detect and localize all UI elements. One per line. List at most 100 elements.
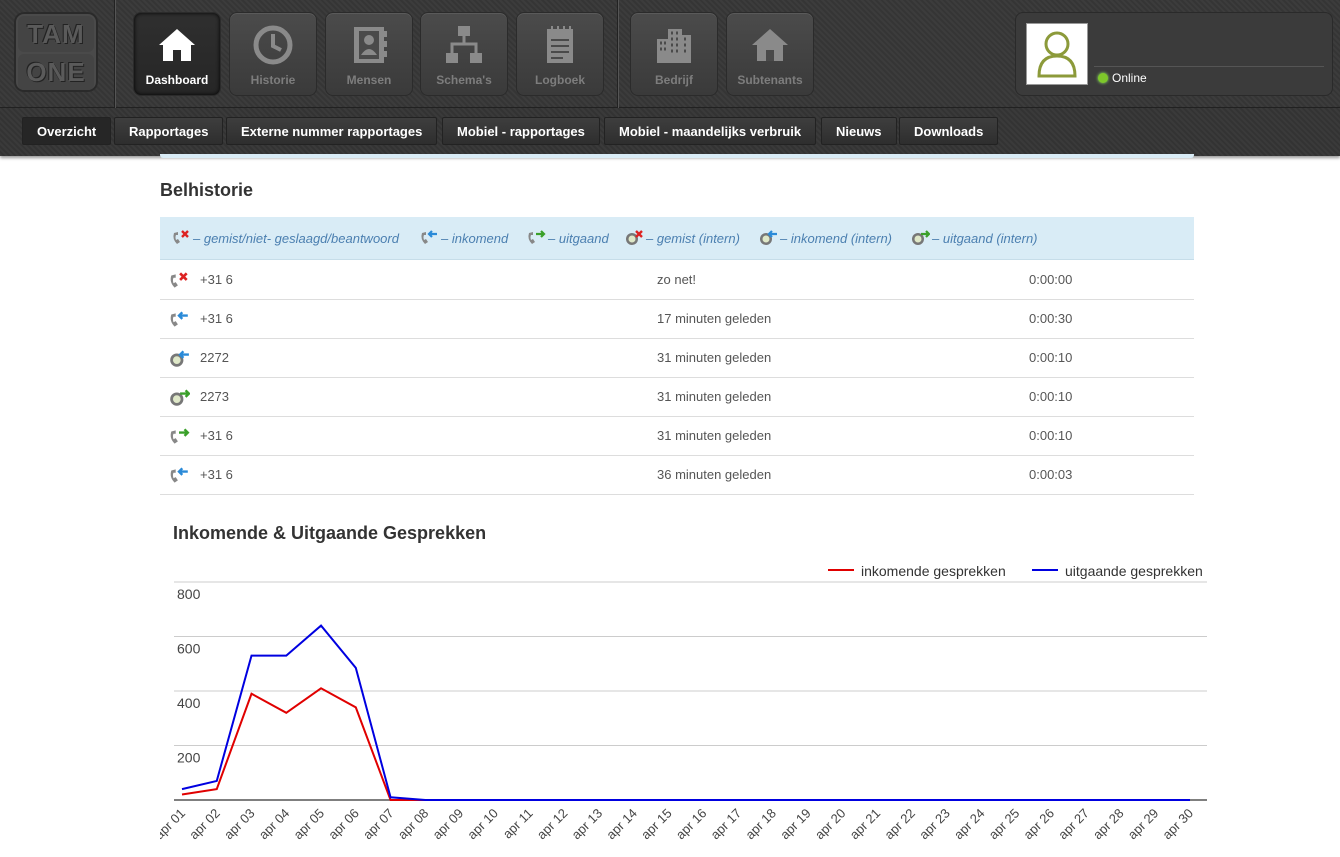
subnav-overzicht[interactable]: Overzicht: [22, 117, 112, 145]
legend-incoming-internal-text: – inkomend (intern): [780, 231, 892, 246]
series-line: [181, 624, 1190, 801]
legend-label: uitgaande gesprekken: [1065, 563, 1203, 579]
nav-historie-button[interactable]: Historie: [229, 12, 317, 96]
legend-missed: – gemist/niet- geslaagd/beantwoord: [171, 229, 399, 247]
legend-incoming-text: – inkomend: [441, 231, 509, 246]
x-tick-label: apr 07: [360, 806, 397, 843]
y-tick-label: 800: [177, 586, 201, 602]
call-duration: 0:00:10: [1029, 428, 1073, 443]
x-tick-label: apr 12: [534, 806, 571, 843]
nav-logboek-label: Logboek: [535, 73, 585, 87]
incoming-call-icon: [170, 467, 188, 483]
nav-bedrijf-button[interactable]: Bedrijf: [630, 12, 718, 96]
x-tick-label: apr 19: [777, 806, 814, 843]
legend-outgoing-text: – uitgaand: [548, 231, 609, 246]
legend-incoming-internal: – inkomend (intern): [758, 229, 892, 247]
call-duration: 0:00:30: [1029, 311, 1073, 326]
x-tick-label: apr 18: [742, 806, 779, 843]
nav-mensen-button[interactable]: Mensen: [325, 12, 413, 96]
incoming-internal-icon: [760, 230, 777, 245]
incoming-internal-icon: [170, 350, 189, 367]
call-row[interactable]: +31 6 31 minuten geleden 0:00:10: [160, 417, 1194, 456]
x-tick-label: apr 21: [847, 806, 884, 843]
x-tick-label: apr 04: [256, 806, 293, 843]
legend-missed-internal: – gemist (intern): [624, 229, 740, 247]
legend-incoming: – inkomend: [419, 229, 508, 247]
missed-call-icon: [170, 272, 188, 288]
x-tick-label: apr 03: [221, 806, 258, 843]
nav-schemas-button[interactable]: Schema's: [420, 12, 508, 96]
legend-missed-internal-text: – gemist (intern): [646, 231, 740, 246]
online-status: Online: [1098, 71, 1147, 85]
legend-outgoing: – uitgaand: [526, 229, 609, 247]
call-number: +31 6: [200, 467, 233, 482]
tam-one-logo[interactable]: TAM ONE: [14, 12, 98, 92]
call-time: 31 minuten geleden: [657, 389, 772, 404]
call-number: 2272: [200, 350, 229, 365]
nav-subtenants-label: Subtenants: [737, 73, 803, 87]
x-tick-label: apr 06: [325, 806, 362, 843]
call-row[interactable]: +31 6 17 minuten geleden 0:00:30: [160, 300, 1194, 339]
x-tick-label: apr 22: [881, 806, 918, 843]
nav-logboek-button[interactable]: Logboek: [516, 12, 604, 96]
x-tick-label: apr 09: [430, 806, 467, 843]
status-text: Online: [1112, 71, 1147, 85]
online-dot-icon: [1098, 73, 1108, 83]
x-tick-label: apr 16: [673, 806, 710, 843]
notepad-icon: [547, 26, 573, 63]
top-header: TAM ONE Dashboard Historie Mensen Schema…: [0, 0, 1340, 108]
call-row[interactable]: +31 6 zo net! 0:00:00: [160, 261, 1194, 300]
call-time: 31 minuten geleden: [657, 428, 772, 443]
flowchart-icon: [446, 26, 482, 63]
x-tick-label: apr 26: [1020, 806, 1057, 843]
belhistorie-title: Belhistorie: [160, 180, 254, 200]
home-icon: [159, 29, 195, 61]
y-tick-label: 200: [177, 750, 201, 766]
subnav-mobiel-maandelijks-verbruik[interactable]: Mobiel - maandelijks verbruik: [604, 117, 817, 145]
call-duration: 0:00:10: [1029, 389, 1073, 404]
nav-historie-label: Historie: [250, 73, 296, 87]
house-icon: [752, 29, 788, 61]
call-number: 2273: [200, 389, 229, 404]
call-number: +31 6: [200, 311, 233, 326]
legend-label: inkomende gesprekken: [861, 563, 1006, 579]
call-time: 17 minuten geleden: [657, 311, 772, 326]
subnav-downloads[interactable]: Downloads: [899, 117, 999, 145]
series-line: [181, 687, 1190, 801]
call-time: 36 minuten geleden: [657, 467, 772, 482]
incoming-call-icon: [421, 230, 437, 244]
missed-call-icon: [173, 230, 189, 244]
outgoing-internal-icon: [912, 230, 930, 245]
x-tick-label: apr 29: [1125, 806, 1162, 843]
outgoing-internal-icon: [170, 389, 190, 406]
nav-schemas-label: Schema's: [436, 73, 492, 87]
subnav-nieuws[interactable]: Nieuws: [821, 117, 897, 145]
call-row[interactable]: 2273 31 minuten geleden 0:00:10: [160, 378, 1194, 417]
nav-subtenants-button[interactable]: Subtenants: [726, 12, 814, 96]
x-tick-label: apr 17: [708, 806, 745, 843]
nav-dashboard-button[interactable]: Dashboard: [133, 12, 221, 96]
x-tick-label: apr 10: [464, 806, 501, 843]
outgoing-call-icon: [528, 230, 546, 244]
buildings-icon: [657, 29, 691, 63]
x-tick-label: apr 28: [1090, 806, 1127, 843]
subnav-mobiel-rapportages[interactable]: Mobiel - rapportages: [442, 117, 600, 145]
x-tick-label: apr 24: [951, 806, 988, 843]
x-tick-label: apr 02: [186, 806, 223, 843]
call-number: +31 6: [200, 272, 233, 287]
call-row[interactable]: +31 6 36 minuten geleden 0:00:03: [160, 456, 1194, 495]
subnav-externe-nummer-rapportages[interactable]: Externe nummer rapportages: [226, 117, 438, 145]
subnav-rapportages[interactable]: Rapportages: [114, 117, 224, 145]
username-area: [1094, 23, 1324, 67]
call-duration: 0:00:03: [1029, 467, 1073, 482]
header-divider: [114, 0, 115, 108]
call-row[interactable]: 2272 31 minuten geleden 0:00:10: [160, 339, 1194, 378]
call-time: 31 minuten geleden: [657, 350, 772, 365]
calls-line-chart: 200400600800 apr 01apr 02apr 03apr 04apr…: [160, 563, 1207, 843]
missed-internal-icon: [626, 230, 643, 245]
address-book-icon: [354, 27, 387, 63]
user-avatar-icon[interactable]: [1026, 23, 1088, 85]
call-duration: 0:00:00: [1029, 272, 1073, 287]
x-tick-label: apr 15: [638, 806, 675, 843]
x-tick-label: apr 14: [603, 806, 640, 843]
